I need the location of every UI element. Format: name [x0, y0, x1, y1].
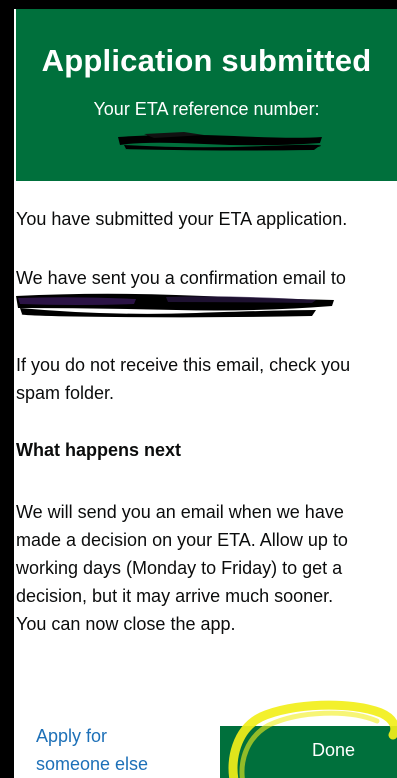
confirmation-panel: Application submitted Your ETA reference…	[16, 9, 397, 181]
next-line-3: working days (Monday to Friday) to get a	[16, 558, 343, 578]
next-line-4: decision, but it may arrive much sooner.	[16, 586, 334, 606]
next-steps-message: We will send you an email when we have m…	[16, 498, 348, 638]
reference-number-label: Your ETA reference number:	[93, 99, 320, 119]
email-address-redaction	[16, 293, 334, 318]
spam-folder-message: If you do not receive this email, check …	[16, 351, 350, 407]
apply-link-line-1: Apply for	[36, 726, 108, 746]
app-screen: Application submitted Your ETA reference…	[11, 9, 397, 778]
next-line-2: made a decision on your ETA. Allow up to	[16, 530, 348, 550]
done-button-label: Done	[312, 740, 356, 760]
apply-for-someone-else-link[interactable]: Apply for someone else	[36, 722, 148, 778]
what-happens-next-heading: What happens next	[16, 440, 182, 460]
spam-line-1: If you do not receive this email, check …	[16, 355, 351, 375]
submitted-message: You have submitted your ETA application.	[16, 209, 348, 229]
spam-line-2: spam folder.	[16, 383, 115, 403]
done-button[interactable]: Done	[220, 726, 397, 778]
email-sent-message: We have sent you a confirmation email to	[16, 268, 346, 288]
next-line-5: You can now close the app.	[16, 614, 236, 634]
reference-number-redaction	[118, 132, 322, 151]
apply-link-line-2: someone else	[36, 754, 149, 774]
next-line-1: We will send you an email when we have	[16, 502, 344, 522]
page-title: Application submitted	[41, 43, 372, 78]
screen-edge	[11, 9, 14, 778]
